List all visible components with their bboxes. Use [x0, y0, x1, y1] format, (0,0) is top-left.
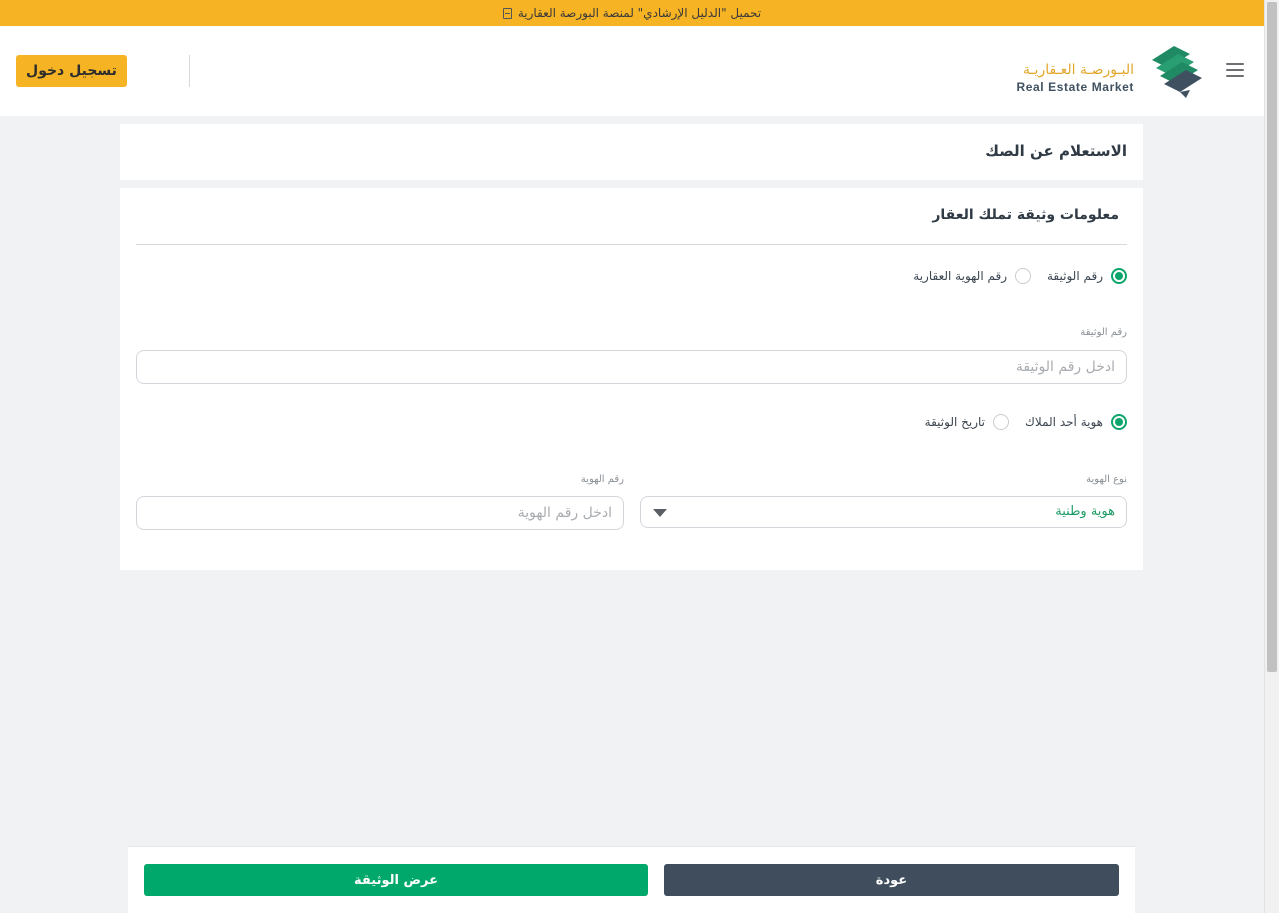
radio-document-date[interactable]: تاريخ الوثيقة — [924, 414, 1010, 430]
id-type-label: نوع الهوية — [1086, 474, 1127, 485]
document-number-label: رقم الوثيقة — [1080, 327, 1127, 338]
radio-owner-id[interactable]: هوية أحد الملاك — [1025, 414, 1127, 430]
pdf-document-icon — [502, 7, 512, 19]
logo-arabic-name: البـورصـة العـقاريـة — [1022, 62, 1134, 78]
radio-label: هوية أحد الملاك — [1025, 415, 1103, 429]
document-number-input[interactable] — [136, 350, 1127, 384]
id-number-input[interactable] — [136, 496, 624, 530]
site-header: البـورصـة العـقاريـة Real Estate Market … — [0, 26, 1264, 116]
section-divider — [136, 244, 1127, 245]
header-divider — [189, 55, 190, 87]
back-button[interactable]: عودة — [664, 864, 1119, 896]
radio-unchecked-icon[interactable] — [1015, 268, 1031, 284]
hamburger-menu-icon[interactable] — [1226, 63, 1244, 77]
page-title-card: الاستعلام عن الصك — [120, 124, 1143, 180]
radio-real-estate-id[interactable]: رقم الهوية العقارية — [913, 268, 1031, 284]
login-button[interactable]: تسجيل دخول — [16, 55, 127, 87]
caret-down-icon — [653, 509, 667, 517]
real-estate-market-logo[interactable]: البـورصـة العـقاريـة Real Estate Market — [996, 42, 1208, 98]
page-scrollbar[interactable] — [1264, 0, 1279, 913]
logo-english-name: Real Estate Market — [1016, 80, 1134, 94]
radio-label: رقم الهوية العقارية — [913, 269, 1007, 283]
radio-label: رقم الوثيقة — [1047, 269, 1103, 283]
radio-checked-icon[interactable] — [1111, 414, 1127, 430]
id-type-select[interactable]: هوية وطنية — [640, 496, 1127, 528]
view-document-button[interactable]: عرض الوثيقة — [144, 864, 648, 896]
radio-document-number[interactable]: رقم الوثيقة — [1047, 268, 1127, 284]
verify-type-radio-group: هوية أحد الملاك تاريخ الوثيقة — [909, 414, 1127, 430]
deed-form-card: معلومات وثيقة تملك العقار رقم الوثيقة رق… — [120, 188, 1143, 570]
section-title: معلومات وثيقة تملك العقار — [932, 207, 1119, 223]
banner-text[interactable]: تحميل "الدليل الإرشادي" لمنصة البورصة ال… — [518, 6, 761, 20]
radio-label: تاريخ الوثيقة — [924, 415, 986, 429]
logo-mark-icon — [1152, 46, 1202, 98]
radio-checked-icon[interactable] — [1111, 268, 1127, 284]
radio-unchecked-icon[interactable] — [993, 414, 1010, 430]
id-number-label: رقم الهوية — [580, 474, 624, 485]
guide-download-banner[interactable]: تحميل "الدليل الإرشادي" لمنصة البورصة ال… — [0, 0, 1264, 26]
scrollbar-thumb[interactable] — [1267, 2, 1277, 672]
search-type-radio-group: رقم الوثيقة رقم الهوية العقارية — [897, 268, 1127, 284]
page-title: الاستعلام عن الصك — [985, 142, 1127, 160]
id-type-selected-value: هوية وطنية — [1055, 504, 1115, 519]
